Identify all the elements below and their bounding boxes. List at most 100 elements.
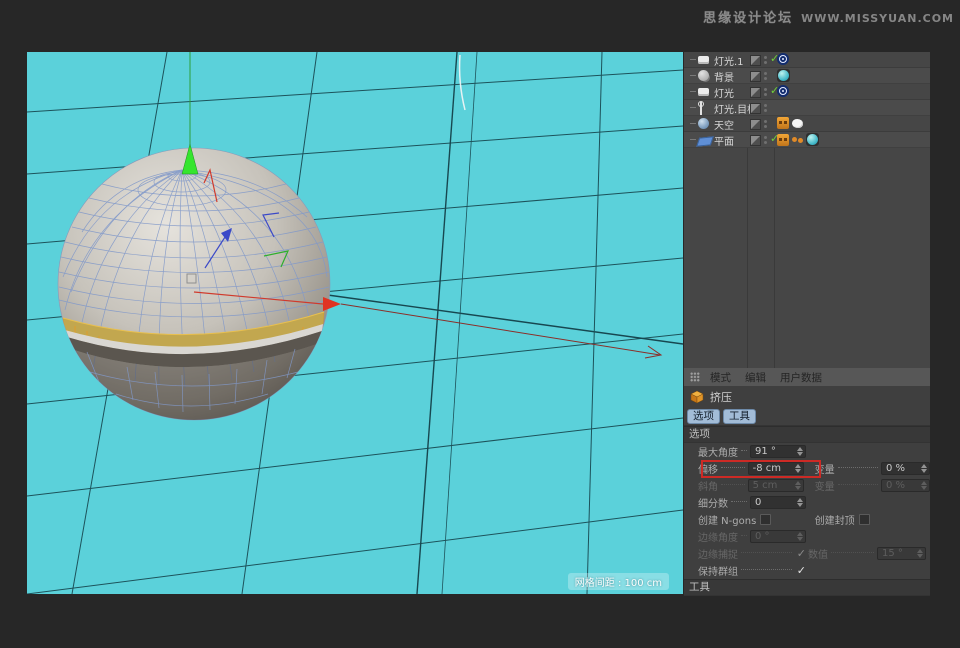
layer-toggle[interactable] <box>750 87 761 98</box>
subdivision-input[interactable]: 0 <box>750 496 806 509</box>
create-caps-checkbox[interactable] <box>859 514 870 525</box>
panel-grid-icon[interactable] <box>690 372 700 382</box>
dot-leader <box>838 467 878 468</box>
variance-input[interactable]: 0 % <box>881 462 930 475</box>
edge-angle-input: 0 ° <box>750 530 806 543</box>
spinner-icon <box>794 481 801 490</box>
field-label: 数值 <box>808 546 828 561</box>
spinner-icon <box>796 532 803 541</box>
field-label: 保持群组 <box>698 563 738 578</box>
menu-mode[interactable]: 模式 <box>710 370 731 385</box>
object-name[interactable]: 天空 <box>714 117 734 132</box>
object-row-background[interactable]: 背景 <box>684 68 930 84</box>
sky-icon <box>698 118 709 129</box>
visibility-dots[interactable] <box>764 120 767 123</box>
edge-snap-check[interactable]: ✓ <box>797 549 806 559</box>
dot-leader <box>741 552 792 553</box>
object-name[interactable]: 背景 <box>714 69 734 84</box>
visibility-dots[interactable] <box>764 56 767 59</box>
spinner-icon[interactable] <box>796 498 803 507</box>
create-ngons-checkbox[interactable] <box>760 514 771 525</box>
menu-userdata[interactable]: 用户数据 <box>780 370 822 385</box>
tree-tick <box>690 75 696 76</box>
layer-toggle[interactable] <box>750 135 761 146</box>
plane-icon <box>696 136 714 146</box>
material-thumbnail[interactable] <box>777 69 790 82</box>
spinner-icon[interactable] <box>920 464 927 473</box>
dot-leader <box>831 552 874 553</box>
object-manager-panel[interactable]: 灯光.1 ✓ 背景 灯光 ✓ 灯光.目标 天空 <box>684 52 930 368</box>
object-row-light[interactable]: 灯光 ✓ <box>684 84 930 100</box>
field-value: 5 cm <box>753 480 778 491</box>
attribute-manager-panel[interactable]: 模式 编辑 用户数据 挤压 选项 工具 选项 最大角度 91 ° <box>684 368 930 596</box>
compositing-tag-icon[interactable] <box>777 117 789 129</box>
light-icon <box>698 56 709 64</box>
object-row-light1[interactable]: 灯光.1 ✓ <box>684 52 930 68</box>
attribute-menubar[interactable]: 模式 编辑 用户数据 <box>684 368 930 386</box>
field-value: 0 % <box>886 480 905 491</box>
object-row-plane[interactable]: 平面 ✓ <box>684 132 930 148</box>
field-label: 边缘捕捉 <box>698 546 738 561</box>
dot-leader <box>721 467 745 468</box>
options-fields: 最大角度 91 ° 偏移 -8 cm 变量 <box>684 443 930 579</box>
light-icon <box>698 88 709 96</box>
visibility-dots[interactable] <box>764 136 767 139</box>
tree-tick <box>690 59 696 60</box>
sphere-object[interactable] <box>58 148 330 427</box>
field-row-max-angle: 最大角度 91 ° <box>684 443 930 460</box>
field-label: 偏移 <box>698 461 718 476</box>
layer-toggle[interactable] <box>750 119 761 130</box>
object-name[interactable]: 灯光 <box>714 85 734 100</box>
field-row-subdivision: 细分数 0 <box>684 494 930 511</box>
spinner-icon[interactable] <box>796 447 803 456</box>
spinner-icon[interactable] <box>794 464 801 473</box>
section-header-options[interactable]: 选项 <box>684 426 930 443</box>
field-value[interactable]: 91 ° <box>755 446 776 457</box>
field-row-edge-angle: 边缘角度 0 ° <box>684 528 930 545</box>
attribute-tabs[interactable]: 选项 工具 <box>684 407 930 426</box>
cloud-tag-icon[interactable] <box>792 119 803 128</box>
x-axis-arrow[interactable] <box>323 297 341 311</box>
visibility-dots[interactable] <box>764 104 767 107</box>
object-name[interactable]: 平面 <box>714 133 734 148</box>
object-row-sky[interactable]: 天空 <box>684 116 930 132</box>
tree-tick <box>690 91 696 92</box>
field-value[interactable]: 0 <box>755 497 761 508</box>
field-row-preserve-groups: 保持群组 ✓ <box>684 562 930 579</box>
layer-toggle[interactable] <box>750 71 761 82</box>
menu-edit[interactable]: 编辑 <box>745 370 766 385</box>
bevel-input: 5 cm <box>748 479 804 492</box>
preserve-groups-check[interactable]: ✓ <box>797 566 806 576</box>
dots-tag-icon[interactable] <box>792 137 797 142</box>
layer-toggle[interactable] <box>750 103 761 114</box>
watermark-site-url: WWW.MISSYUAN.COM <box>801 12 954 25</box>
tab-options[interactable]: 选项 <box>687 409 720 424</box>
tab-tool[interactable]: 工具 <box>723 409 756 424</box>
field-value[interactable]: -8 cm <box>753 463 781 474</box>
target-tag-icon[interactable] <box>777 53 789 65</box>
spinner-icon <box>920 481 927 490</box>
field-value[interactable]: 0 % <box>886 463 905 474</box>
field-value: 0 ° <box>755 531 770 542</box>
offset-input[interactable]: -8 cm <box>748 462 804 475</box>
field-label: 斜角 <box>698 478 718 493</box>
field-label: 细分数 <box>698 495 728 510</box>
viewport-canvas[interactable] <box>27 52 683 594</box>
dot-leader <box>721 484 745 485</box>
section-header-tool[interactable]: 工具 <box>684 579 930 596</box>
layer-toggle[interactable] <box>750 55 761 66</box>
field-row-bevel: 斜角 5 cm 变量 0 % <box>684 477 930 494</box>
dot-leader <box>741 450 747 451</box>
object-name[interactable]: 灯光.1 <box>714 53 744 68</box>
extrude-cube-icon <box>689 389 705 404</box>
field-label: 变量 <box>815 478 835 493</box>
material-thumbnail[interactable] <box>806 133 819 146</box>
visibility-dots[interactable] <box>764 72 767 75</box>
compositing-tag-icon[interactable] <box>777 134 789 146</box>
value-input: 15 ° <box>877 547 926 560</box>
object-row-light-target[interactable]: 灯光.目标 <box>684 100 930 116</box>
viewport-3d[interactable]: 网格间距 : 100 cm <box>27 52 683 594</box>
target-tag-icon[interactable] <box>777 85 789 97</box>
max-angle-input[interactable]: 91 ° <box>750 445 806 458</box>
visibility-dots[interactable] <box>764 88 767 91</box>
